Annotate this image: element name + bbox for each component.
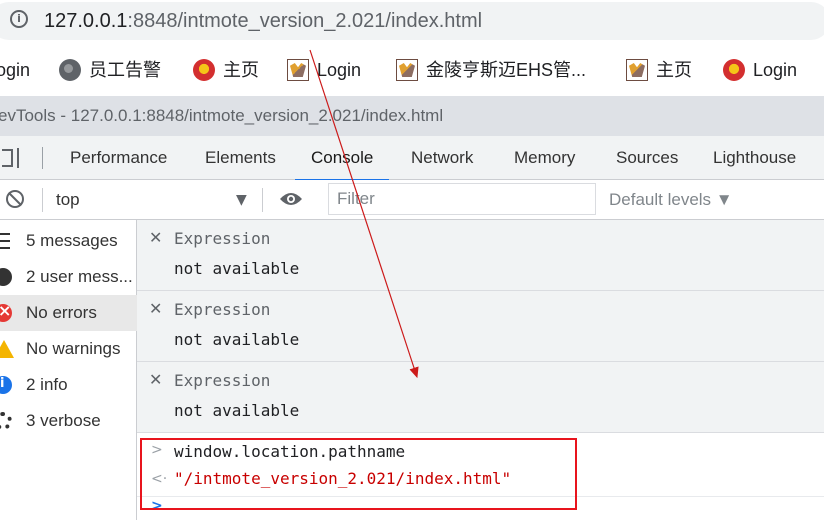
bookmark-label: 主页 <box>656 60 692 80</box>
devtools-title-bar: evTools - 127.0.0.1:8848/intmote_version… <box>0 96 824 136</box>
emblem-icon <box>723 59 745 81</box>
bookmark-staff-alarm[interactable]: 员工告警 <box>59 50 161 90</box>
tomcat-icon <box>287 59 309 81</box>
tab-performance[interactable]: Performance <box>70 136 167 180</box>
error-icon <box>0 301 12 322</box>
url-text[interactable]: 127.0.0.1:8848/intmote_version_2.021/ind… <box>44 7 482 35</box>
tab-console[interactable]: Console <box>294 136 390 181</box>
devtools-title: evTools - 127.0.0.1:8848/intmote_version… <box>0 106 444 125</box>
chevron-down-icon[interactable]: ▼ <box>236 180 247 220</box>
close-icon[interactable]: ✕ <box>149 370 162 389</box>
bookmark-label: Login <box>753 60 798 80</box>
url-path: :8848/intmote_version_2.021/index.html <box>127 10 483 32</box>
close-icon[interactable]: ✕ <box>149 299 162 318</box>
warning-icon <box>0 340 14 358</box>
toolbar-separator <box>262 188 263 212</box>
user-icon <box>0 268 12 286</box>
globe-icon <box>59 59 81 81</box>
bookmark-label: 主页 <box>223 60 259 80</box>
bookmark-ehs[interactable]: 金陵亨斯迈EHS管... <box>396 50 586 90</box>
sidebar-item-warnings[interactable]: No warnings <box>0 331 137 367</box>
sidebar-item-label: 2 user mess... <box>26 267 133 286</box>
expression-name[interactable]: Expression <box>174 229 270 248</box>
console-toolbar: top ▼ Default levels ▼ <box>0 180 824 220</box>
filter-input[interactable] <box>328 183 596 215</box>
emblem-icon <box>193 59 215 81</box>
bookmark-login-2[interactable]: Login <box>287 50 361 90</box>
console-sidebar: 5 messages 2 user mess... No errors No w… <box>0 220 137 520</box>
url-host: 127.0.0.1 <box>44 10 128 32</box>
toolbar-separator <box>42 188 43 212</box>
bookmark-label: ogin <box>0 60 31 80</box>
sidebar-item-label: 3 verbose <box>26 411 101 430</box>
device-toolbar-icon[interactable] <box>2 147 24 169</box>
bookmarks-bar: ogin 员工告警 主页 Login 金陵亨斯迈EHS管... 主页 Login <box>0 50 824 90</box>
sidebar-item-info[interactable]: 2 info <box>0 367 137 403</box>
live-expression[interactable]: ✕ Expression not available <box>137 291 824 362</box>
tab-lighthouse[interactable]: Lighthouse <box>713 136 796 180</box>
tomcat-icon <box>626 59 648 81</box>
sidebar-item-messages[interactable]: 5 messages <box>0 223 137 259</box>
context-selector[interactable]: top <box>56 180 80 220</box>
highlight-box <box>140 438 577 510</box>
bookmark-label: 金陵亨斯迈EHS管... <box>426 60 587 80</box>
sidebar-item-errors[interactable]: No errors <box>0 295 137 331</box>
eye-icon[interactable] <box>279 191 303 207</box>
log-levels-dropdown[interactable]: Default levels ▼ <box>609 180 733 220</box>
expression-name[interactable]: Expression <box>174 300 270 319</box>
sidebar-item-label: 5 messages <box>26 231 118 250</box>
sidebar-item-label: No errors <box>26 303 97 322</box>
bookmark-login-3[interactable]: Login <box>723 50 797 90</box>
gear-icon <box>0 412 12 430</box>
sidebar-item-user-messages[interactable]: 2 user mess... <box>0 259 137 295</box>
expression-name[interactable]: Expression <box>174 371 270 390</box>
info-icon[interactable]: i <box>10 10 28 28</box>
tab-network[interactable]: Network <box>411 136 473 180</box>
tab-elements[interactable]: Elements <box>205 136 276 180</box>
sidebar-item-label: No warnings <box>26 339 121 358</box>
list-icon <box>0 233 10 249</box>
bookmark-home-2[interactable]: 主页 <box>626 50 692 90</box>
devtools-tab-bar: Performance Elements Console Network Mem… <box>0 136 824 181</box>
bookmark-login-1[interactable]: ogin <box>0 50 30 90</box>
sidebar-item-verbose[interactable]: 3 verbose <box>0 403 137 439</box>
tab-memory[interactable]: Memory <box>514 136 575 180</box>
sidebar-item-label: 2 info <box>26 375 68 394</box>
info-icon <box>0 376 12 394</box>
expression-value: not available <box>174 401 300 420</box>
bookmark-label: 员工告警 <box>89 60 161 80</box>
live-expression[interactable]: ✕ Expression not available <box>137 362 824 433</box>
tab-sources[interactable]: Sources <box>616 136 678 180</box>
address-bar[interactable]: i 127.0.0.1:8848/intmote_version_2.021/i… <box>0 0 824 43</box>
live-expression[interactable]: ✕ Expression not available <box>137 220 824 291</box>
bookmark-home-1[interactable]: 主页 <box>193 50 259 90</box>
tomcat-icon <box>396 59 418 81</box>
clear-console-icon[interactable] <box>6 190 24 208</box>
tab-separator <box>42 147 43 169</box>
close-icon[interactable]: ✕ <box>149 228 162 247</box>
expression-value: not available <box>174 259 300 278</box>
expression-value: not available <box>174 330 300 349</box>
bookmark-label: Login <box>317 60 362 80</box>
